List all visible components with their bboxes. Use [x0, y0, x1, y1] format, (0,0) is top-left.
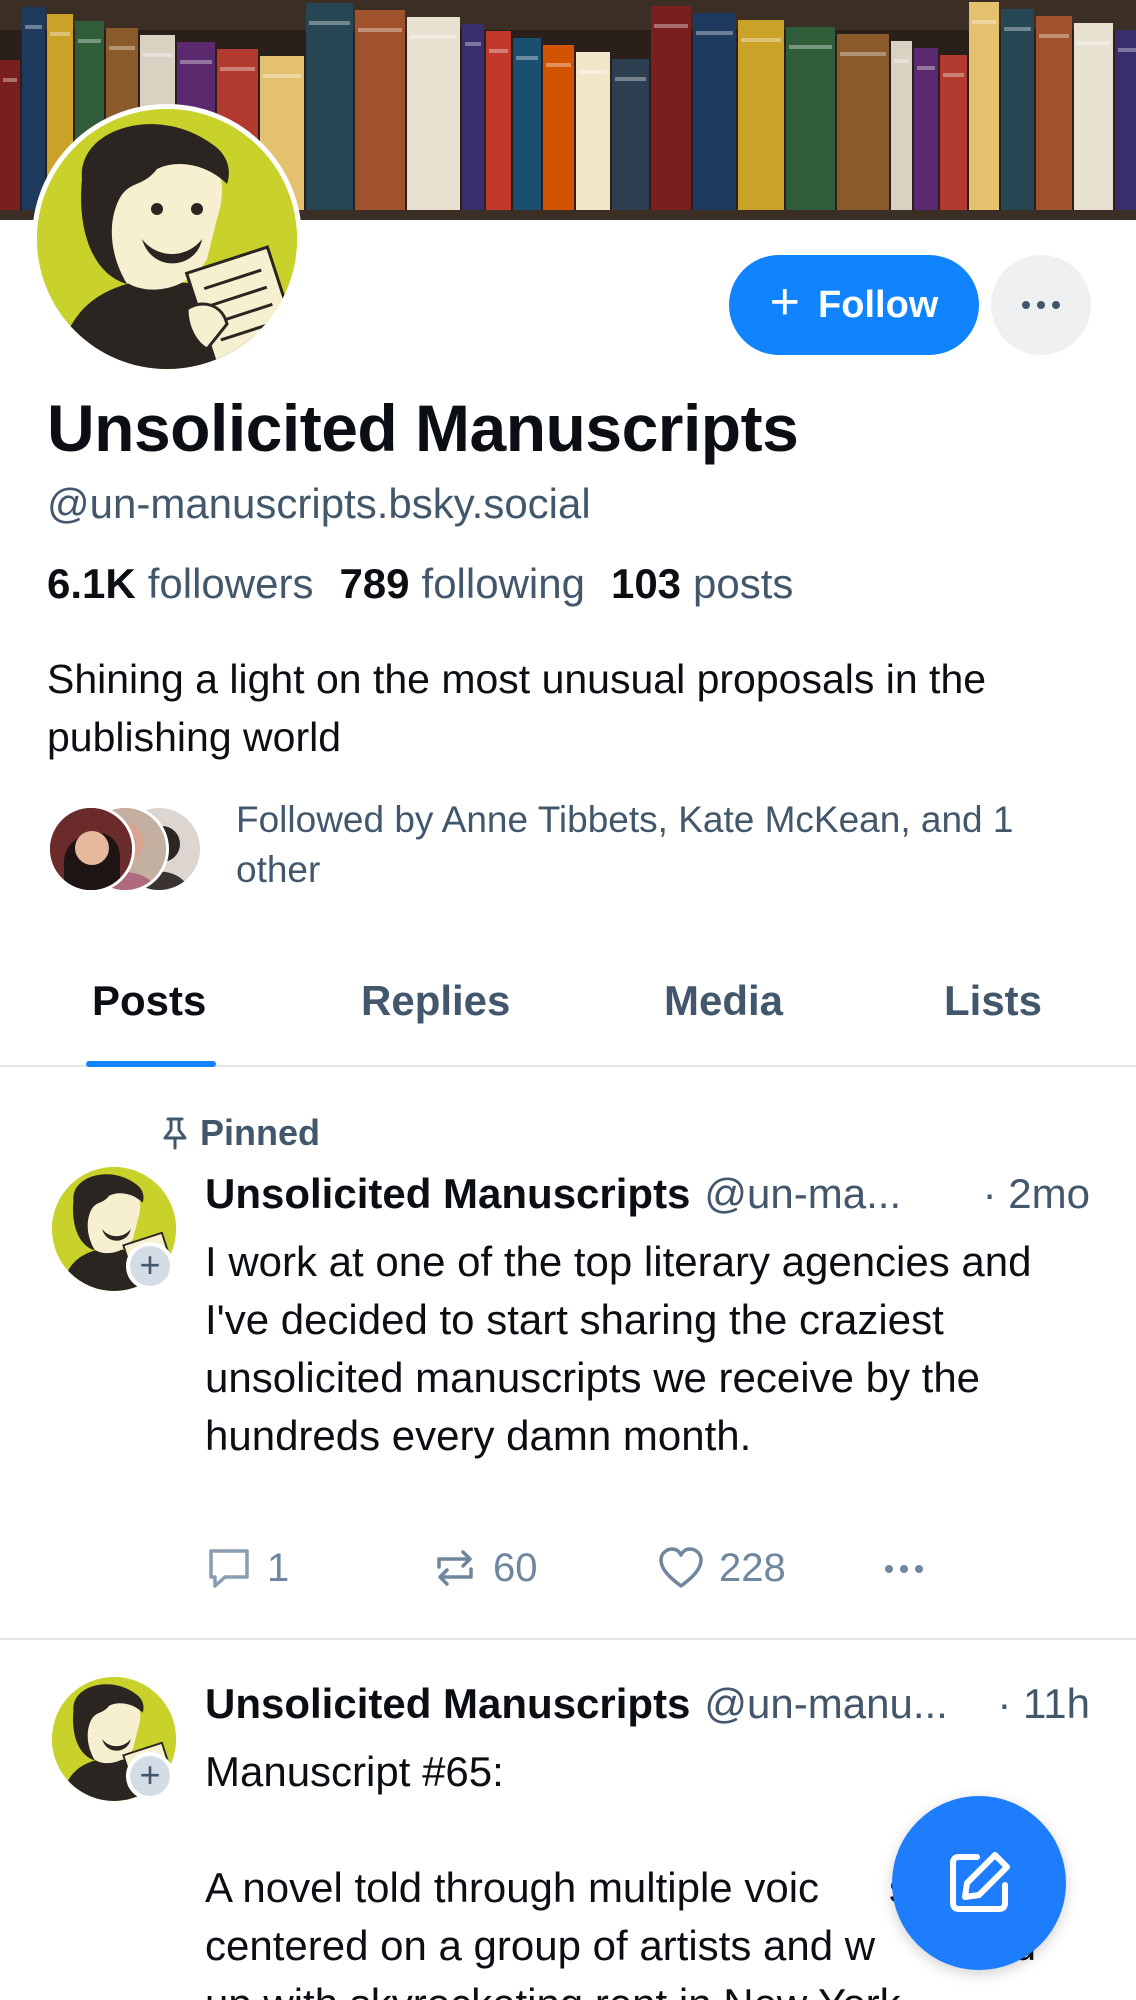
profile-bio: Shining a light on the most unusual prop… [47, 656, 987, 760]
follow-plus-icon[interactable]: + [126, 1242, 174, 1290]
active-tab-indicator [86, 1061, 216, 1067]
repost-icon [437, 1550, 473, 1586]
followers-stat[interactable]: 6.1K followers [47, 560, 313, 608]
post-header: Unsolicited Manuscripts @un-manu... [205, 1680, 948, 1728]
post-author-name[interactable]: Unsolicited Manuscripts [205, 1170, 690, 1218]
pinned-label: Pinned [200, 1112, 321, 1153]
profile-stats: 6.1K followers 789 following 103 posts [47, 560, 793, 608]
book-spine [0, 60, 20, 210]
profile-handle: @un-manuscripts.bsky.social [47, 480, 591, 527]
avatar-illustration [37, 109, 297, 369]
book-spine [543, 45, 574, 210]
follow-plus-icon[interactable]: + [126, 1752, 174, 1800]
more-options-button[interactable] [991, 255, 1091, 355]
book-spine [1115, 30, 1136, 210]
book-spine [513, 38, 541, 210]
repost-button[interactable]: 60 [431, 1545, 538, 1591]
post-timestamp[interactable]: · 11h [997, 1680, 1090, 1728]
book-spine [1074, 23, 1113, 210]
heart-icon [659, 1547, 703, 1588]
book-spine [576, 52, 610, 210]
book-spine [407, 17, 460, 210]
post-author-handle[interactable]: @un-ma... [704, 1170, 901, 1218]
tab-replies[interactable]: Replies [361, 977, 510, 1025]
book-spine [306, 3, 353, 210]
post-header: Unsolicited Manuscripts @un-ma... [205, 1170, 901, 1218]
compose-button[interactable] [892, 1796, 1066, 1970]
book-spine [612, 59, 649, 210]
post-timestamp[interactable]: · 2mo [983, 1170, 1090, 1218]
book-spine [914, 48, 938, 210]
book-spine [486, 31, 511, 210]
following-stat[interactable]: 789 following [339, 560, 585, 608]
profile-display-name: Unsolicited Manuscripts [47, 391, 799, 465]
tab-lists[interactable]: Lists [944, 977, 1042, 1025]
ellipsis-icon [1022, 301, 1060, 309]
ellipsis-icon [885, 1565, 923, 1573]
book-spine [969, 2, 999, 210]
post-author-name[interactable]: Unsolicited Manuscripts [205, 1680, 690, 1728]
posts-stat: 103 posts [610, 560, 794, 607]
book-spine [1001, 9, 1034, 210]
book-spine [355, 10, 405, 210]
compose-icon [950, 1852, 1010, 1912]
book-spine [462, 24, 484, 210]
plus-icon: + [769, 273, 801, 331]
book-spine [738, 20, 784, 210]
post-text[interactable]: I work at one of the top literary agenci… [205, 1233, 1085, 1465]
reply-icon [209, 1549, 249, 1588]
pinned-indicator: Pinned [160, 1112, 320, 1154]
book-spine [1036, 16, 1072, 210]
post-author-handle[interactable]: @un-manu... [704, 1680, 947, 1728]
book-spine [693, 13, 736, 210]
profile-avatar[interactable] [32, 104, 302, 374]
repost-count: 60 [493, 1545, 538, 1590]
book-spine [940, 55, 967, 210]
tab-media[interactable]: Media [664, 977, 783, 1025]
reply-count: 1 [267, 1545, 290, 1590]
follow-button[interactable]: + Follow [729, 255, 979, 355]
book-spine [786, 27, 835, 210]
like-button[interactable]: 228 [657, 1545, 786, 1591]
book-spine [22, 7, 45, 210]
post-more-button[interactable] [885, 1565, 923, 1573]
profile-tabs: Posts Replies Media Lists [0, 955, 1136, 1067]
book-spine [651, 6, 691, 210]
like-count: 228 [719, 1545, 786, 1590]
follow-label: Follow [818, 283, 939, 326]
reply-button[interactable]: 1 [205, 1545, 289, 1591]
tab-posts[interactable]: Posts [92, 977, 206, 1025]
pin-icon [163, 1117, 187, 1150]
followed-by-text[interactable]: Followed by Anne Tibbets, Kate McKean, a… [236, 795, 1096, 895]
book-spine [891, 41, 912, 210]
follower-avatar [47, 805, 135, 893]
post-divider [0, 1638, 1136, 1640]
followed-by-avatars[interactable] [47, 805, 207, 895]
post-actions: 1 60 228 [205, 1545, 965, 1605]
book-spine [837, 34, 889, 210]
